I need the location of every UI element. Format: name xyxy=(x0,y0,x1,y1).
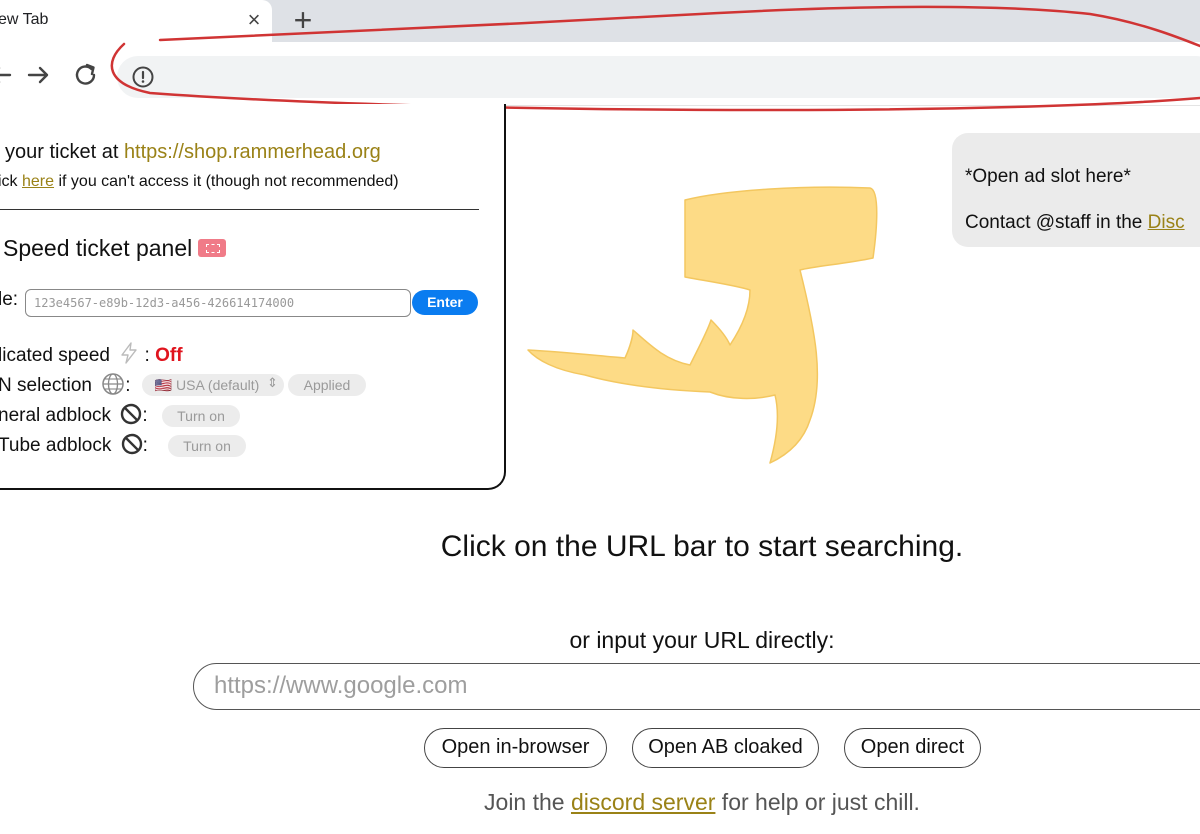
ticket-code-input[interactable]: 123e4567-e89b-12d3-a456-426614174000 xyxy=(25,289,411,317)
lightning-icon xyxy=(121,342,137,364)
new-tab-icon[interactable]: + xyxy=(289,4,317,36)
prohibited-icon xyxy=(121,403,142,425)
dedicated-speed-row: licated speed : Off xyxy=(0,342,183,367)
tab-strip: ew Tab × + xyxy=(0,0,1200,42)
youtube-adblock-row: Tube adblock : xyxy=(0,433,148,456)
general-adblock-button[interactable]: Turn on xyxy=(162,405,240,427)
url-bar[interactable] xyxy=(117,56,1200,98)
code-label: le: xyxy=(0,289,19,310)
forward-arrow-icon[interactable] xyxy=(24,60,54,90)
youtube-adblock-button[interactable]: Turn on xyxy=(168,435,246,457)
vpn-selection-row: N selection : xyxy=(0,372,131,397)
select-arrows-icon: ⇕ xyxy=(267,375,278,390)
prohibited-icon xyxy=(121,433,142,455)
footer-text: Join the discord server for help or just… xyxy=(484,789,920,815)
globe-icon xyxy=(102,373,125,395)
hammerhead-shark-logo xyxy=(527,186,878,464)
here-link[interactable]: here xyxy=(22,173,54,190)
general-adblock-row: neral adblock : xyxy=(0,403,148,426)
vpn-select[interactable]: 🇺🇸 USA (default) xyxy=(142,374,284,396)
tab-title: ew Tab xyxy=(0,11,49,28)
speed-status: Off xyxy=(155,345,183,366)
close-tab-icon[interactable]: × xyxy=(243,8,265,32)
reload-icon[interactable] xyxy=(71,60,101,90)
panel-title: Speed ticket panel xyxy=(3,235,227,262)
panel-divider xyxy=(0,209,479,210)
open-ab-cloaked-button[interactable]: Open AB cloaked xyxy=(632,728,819,768)
enter-button[interactable]: Enter xyxy=(412,290,478,315)
url-input-label: or input your URL directly: xyxy=(569,627,835,653)
ad-contact-text: Contact @staff in the Disc xyxy=(965,212,1185,233)
back-arrow-icon[interactable] xyxy=(0,60,16,90)
shop-link[interactable]: https://shop.rammerhead.org xyxy=(124,141,381,163)
discord-server-link[interactable]: discord server xyxy=(571,789,715,815)
open-in-browser-button[interactable]: Open in-browser xyxy=(424,728,607,768)
ticket-icon xyxy=(198,238,227,257)
url-input[interactable]: https://www.google.com xyxy=(193,663,1200,710)
ticket-purchase-line: your ticket at https://shop.rammerhead.o… xyxy=(5,141,381,163)
vpn-applied-button[interactable]: Applied xyxy=(288,374,366,396)
ad-slot-text: *Open ad slot here* xyxy=(965,166,1131,187)
browser-tab[interactable]: ew Tab × xyxy=(0,0,272,42)
site-info-icon[interactable] xyxy=(130,64,156,90)
page: ew Tab × + your ticket at https://shop.r… xyxy=(0,0,1200,834)
ad-discord-link[interactable]: Disc xyxy=(1148,212,1185,233)
page-headline: Click on the URL bar to start searching. xyxy=(440,530,964,563)
ticket-access-line: ick here if you can't access it (though … xyxy=(0,173,399,190)
open-direct-button[interactable]: Open direct xyxy=(844,728,981,768)
